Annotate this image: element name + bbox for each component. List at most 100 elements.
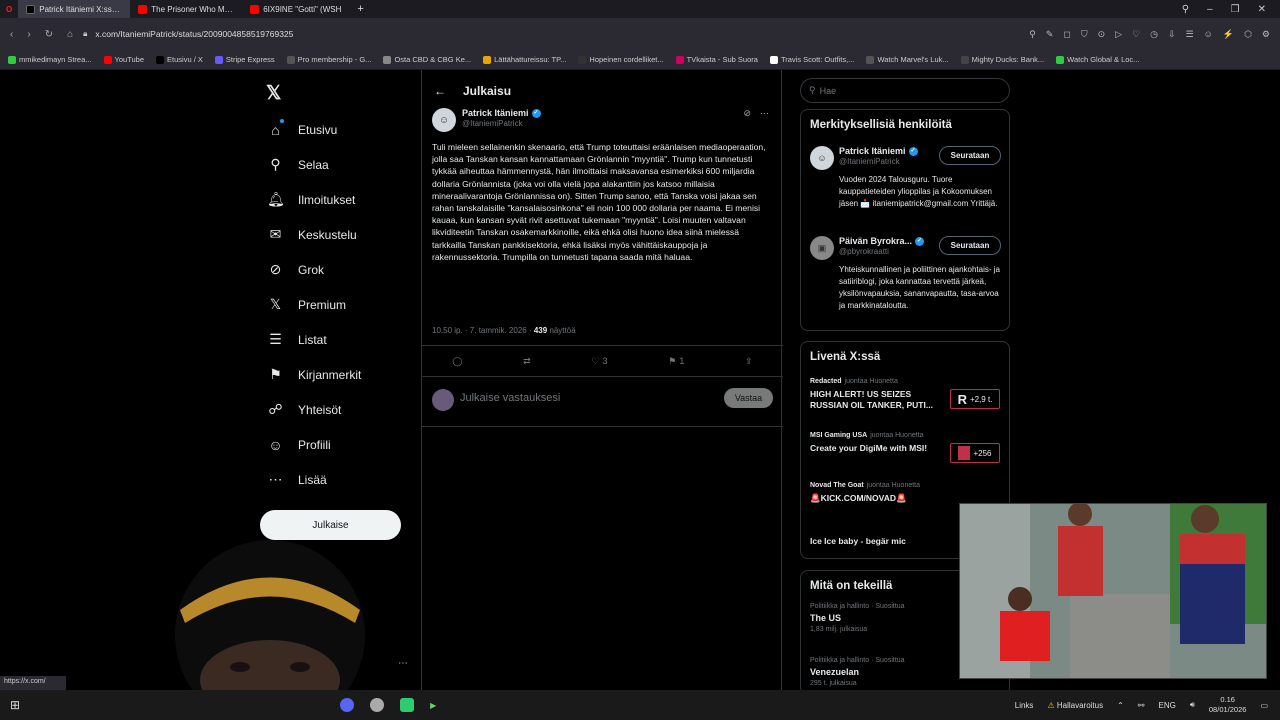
sidebar-item-6[interactable]: ☰ Listat [262, 322, 422, 357]
shield-icon[interactable]: ⛉ [1081, 29, 1088, 40]
post-author[interactable]: ☺ Patrick Itäniemi ✓ @ItaniemiPatrick [432, 108, 541, 132]
sidebar-item-10[interactable]: ⋯ Lisää [262, 462, 422, 497]
post-time[interactable]: 10.50 ip. · 7. tammik. 2026 · [432, 326, 534, 335]
bookmark-item[interactable]: Hopeinen cordelliket... [578, 55, 664, 64]
bookmark-item[interactable]: Watch Marvel's Luk... [866, 55, 949, 64]
links-toolbar[interactable]: Links [1015, 701, 1034, 710]
like-action[interactable]: ♡ 3 [591, 356, 607, 367]
bookmark-item[interactable]: mmikedimayn Strea... [8, 55, 92, 64]
close-icon[interactable]: ✕ [1258, 4, 1266, 15]
reply-button[interactable]: Vastaa [724, 388, 773, 408]
person-handle[interactable]: @ItaniemiPatrick [839, 157, 900, 166]
sidebar-item-7[interactable]: ⚑ Kirjanmerkit [262, 357, 422, 392]
post-actions: ◯ ⇄ ♡ 3 ⚑ 1 ⇪ [422, 345, 783, 377]
avatar[interactable]: ☺ [432, 108, 456, 132]
discord-icon[interactable] [340, 698, 355, 712]
avatar[interactable]: ☺ [810, 146, 834, 170]
volume-icon[interactable]: 🔊︎ [1190, 700, 1195, 710]
windows-start-icon[interactable]: ⊞ [10, 698, 20, 712]
author-name[interactable]: Patrick Itäniemi [462, 108, 529, 118]
sidebar-item-4[interactable]: ⊘ Grok [262, 252, 422, 287]
screenshot-icon[interactable]: ◻ [1063, 29, 1070, 40]
bookmark-item[interactable]: Osta CBD & CBG Ke... [383, 55, 471, 64]
play-icon[interactable]: ▷ [1115, 29, 1122, 40]
card-title: Merkityksellisiä henkilöitä [810, 119, 952, 131]
url-field[interactable]: x.com/ItaniemiPatrick/status/20090048585… [95, 29, 293, 39]
cube-icon[interactable]: ⬡ [1244, 29, 1252, 40]
bookmark-item[interactable]: Watch Global & Loc... [1056, 55, 1139, 64]
tab-3[interactable]: 6IX9INE "Gotti" (WSH [242, 0, 349, 18]
repost-action[interactable]: ⇄ [523, 356, 531, 367]
avatar[interactable]: ▣ [810, 236, 834, 260]
following-button[interactable]: Seurataan [939, 146, 1001, 165]
maximize-icon[interactable]: ❐ [1231, 4, 1240, 15]
back-icon[interactable]: ‹ [10, 29, 13, 40]
reply-input[interactable]: Julkaise vastauksesi [460, 392, 560, 404]
grok-icon[interactable]: ⊘ [743, 108, 751, 119]
search-icon[interactable]: ⚲ [1029, 29, 1036, 40]
ai-icon[interactable]: ⚙ [1262, 29, 1270, 40]
search-input[interactable]: ⚲ Hae [800, 78, 1010, 103]
menu-icon[interactable]: ☰ [1186, 29, 1194, 40]
bookmark-item[interactable]: TVkaista - Sub Suora [675, 55, 758, 64]
clock[interactable]: 0.16 08/01/2026 [1209, 695, 1247, 715]
sidebar-item-3[interactable]: ✉ Keskustelu [262, 217, 422, 252]
notifications-icon[interactable]: ▭ [1260, 701, 1268, 710]
profile-icon[interactable]: ☺ [1204, 29, 1213, 40]
network-icon[interactable]: ⚯ [1138, 701, 1145, 710]
sidebar-item-0[interactable]: ⌂ Etusivu [262, 112, 422, 147]
heart-icon[interactable]: ♡ [1132, 29, 1140, 40]
trend-item[interactable]: Politiikka ja hallinto · Suosittua The U… [810, 603, 905, 633]
tab-2[interactable]: The Prisoner Who Made th [130, 0, 242, 18]
extension-icon[interactable]: ⚡ [1223, 29, 1234, 40]
author-handle[interactable]: @ItaniemiPatrick [462, 119, 541, 128]
bookmark-item[interactable]: Lättähattureissu: TP... [483, 55, 566, 64]
search-tabs-icon[interactable]: ⚲ [1182, 4, 1189, 15]
person-name[interactable]: Päivän Byrokra... [839, 236, 912, 246]
tab-1[interactable]: Patrick Itäniemi X:ssä: "@ [18, 0, 131, 18]
sidebar-item-1[interactable]: ⚲ Selaa [262, 147, 422, 182]
sidebar-item-8[interactable]: ☍ Yhteisöt [262, 392, 422, 427]
app-icon[interactable] [370, 698, 385, 712]
weather-widget[interactable]: ⚠ Hallavaroitus [1047, 701, 1103, 710]
history-icon[interactable]: ◷ [1150, 29, 1158, 40]
media-icon[interactable]: ▶ [430, 701, 436, 710]
home-icon[interactable]: ⌂ [67, 29, 73, 40]
bookmark-action[interactable]: ⚑ 1 [668, 356, 684, 367]
vpn-icon[interactable]: ⊙ [1098, 29, 1106, 40]
download-icon[interactable]: ⇩ [1168, 29, 1176, 40]
more-icon[interactable]: ⋯ [398, 658, 408, 669]
tray-chevron-icon[interactable]: ⌃ [1117, 701, 1124, 710]
new-tab-button[interactable]: + [349, 0, 371, 18]
bookmark-item[interactable]: YouTube [103, 55, 144, 64]
obs-icon[interactable] [400, 698, 415, 712]
reload-icon[interactable]: ↻ [45, 29, 53, 40]
reply-action[interactable]: ◯ [452, 356, 462, 367]
taskbar: ⊞ ▶ Links ⚠ Hallavaroitus ⌃ ⚯ ENG 🔊︎ 0.1… [0, 690, 1280, 720]
sidebar-item-2[interactable]: 🔔︎ Ilmoitukset [262, 182, 422, 217]
sidebar-item-5[interactable]: 𝕏 Premium [262, 287, 422, 322]
sidebar-item-9[interactable]: ☺ Profiili [262, 427, 422, 462]
person-handle[interactable]: @pbyrokraatti [839, 247, 889, 256]
bookmark-item[interactable]: Travis Scott: Outfits,... [769, 55, 854, 64]
trend-item[interactable]: Politiikka ja hallinto · Suosittua Venez… [810, 657, 905, 687]
bookmark-item[interactable]: Pro membership - G... [286, 55, 371, 64]
forward-icon[interactable]: › [27, 29, 30, 40]
live-item[interactable]: Novad The Goat juontaa Huonetta 🚨KICK.COM… [810, 482, 1000, 504]
minimize-icon[interactable]: – [1207, 4, 1213, 15]
lang-indicator[interactable]: ENG [1159, 701, 1176, 710]
live-item[interactable]: MSI Gaming USA juontaa Huonetta Create yo… [810, 432, 1000, 463]
bookmark-label: Hopeinen cordelliket... [589, 55, 664, 64]
bookmark-item[interactable]: Stripe Express [214, 55, 275, 64]
live-item[interactable]: Redacted juontaa Huonetta HIGH ALERT! US … [810, 378, 1000, 411]
x-logo-icon[interactable]: 𝕏 [266, 82, 281, 105]
more-options-icon[interactable]: ⋯ [760, 108, 769, 119]
following-button[interactable]: Seurataan [939, 236, 1001, 255]
edit-icon[interactable]: ✎ [1046, 29, 1054, 40]
person-name[interactable]: Patrick Itäniemi [839, 146, 906, 156]
share-action[interactable]: ⇪ [745, 356, 753, 367]
bookmark-item[interactable]: Etusivu / X [156, 55, 203, 64]
browser-menu-button[interactable]: O [0, 0, 18, 18]
back-arrow-icon[interactable]: ← [434, 84, 446, 98]
bookmark-item[interactable]: Mighty Ducks: Bank... [960, 55, 1044, 64]
